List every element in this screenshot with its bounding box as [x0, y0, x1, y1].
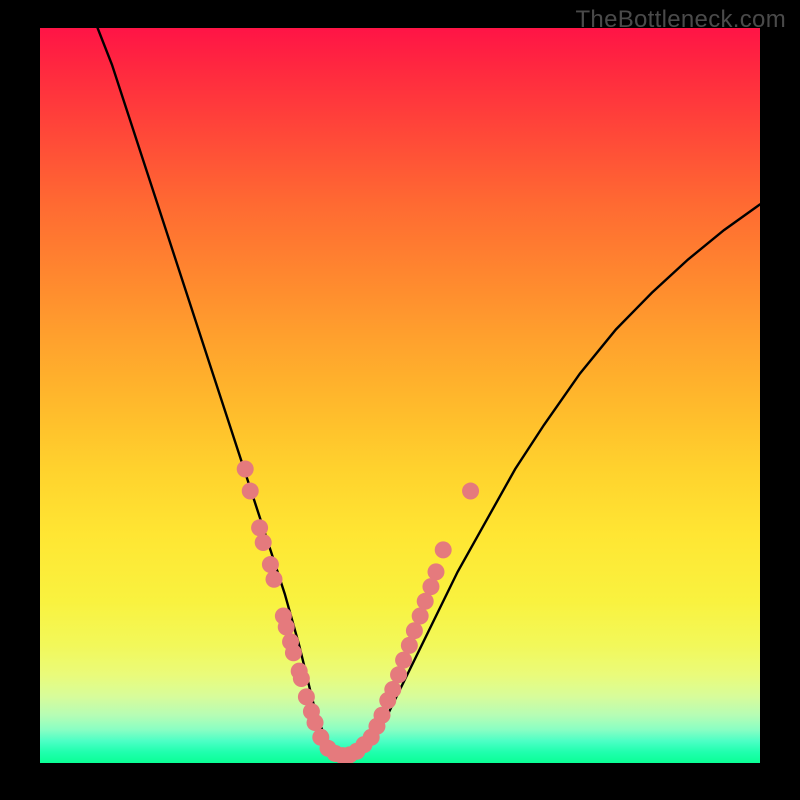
curve-marker: [435, 541, 452, 558]
curve-marker: [422, 578, 439, 595]
curve-marker: [390, 666, 407, 683]
watermark-text: TheBottleneck.com: [575, 6, 786, 34]
curve-marker: [262, 556, 279, 573]
plot-area: [40, 28, 760, 763]
curve-marker: [412, 608, 429, 625]
curve-markers: [237, 461, 479, 764]
chart-svg: [40, 28, 760, 763]
curve-marker: [285, 644, 302, 661]
curve-marker: [278, 619, 295, 636]
curve-marker: [401, 637, 418, 654]
curve-marker: [374, 707, 391, 724]
curve-marker: [384, 681, 401, 698]
curve-marker: [406, 622, 423, 639]
chart-frame: TheBottleneck.com: [0, 0, 800, 800]
curve-marker: [255, 534, 272, 551]
curve-marker: [417, 593, 434, 610]
curve-marker: [237, 461, 254, 478]
curve-marker: [307, 714, 324, 731]
curve-marker: [298, 688, 315, 705]
bottleneck-curve: [98, 28, 760, 756]
curve-marker: [395, 652, 412, 669]
curve-marker: [266, 571, 283, 588]
curve-marker: [428, 563, 445, 580]
curve-marker: [462, 483, 479, 500]
curve-marker: [293, 670, 310, 687]
curve-marker: [242, 483, 259, 500]
curve-marker: [251, 519, 268, 536]
